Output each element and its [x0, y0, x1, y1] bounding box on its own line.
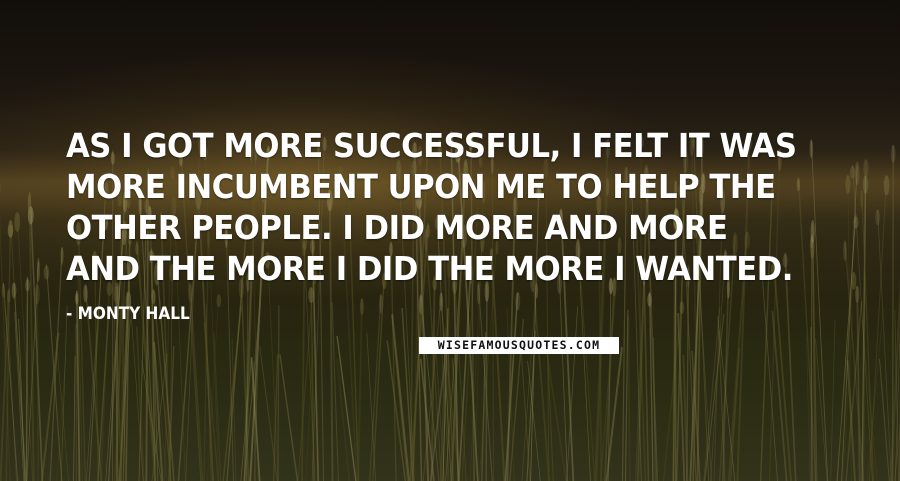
quote-image: As I got more successful, I felt it was … — [0, 0, 900, 481]
quote-text: As I got more successful, I felt it was … — [66, 126, 797, 288]
watermark-logo: WISEFAMOUSQUOTES.COM — [419, 337, 619, 354]
quote-author: - Monty Hall — [66, 304, 190, 324]
